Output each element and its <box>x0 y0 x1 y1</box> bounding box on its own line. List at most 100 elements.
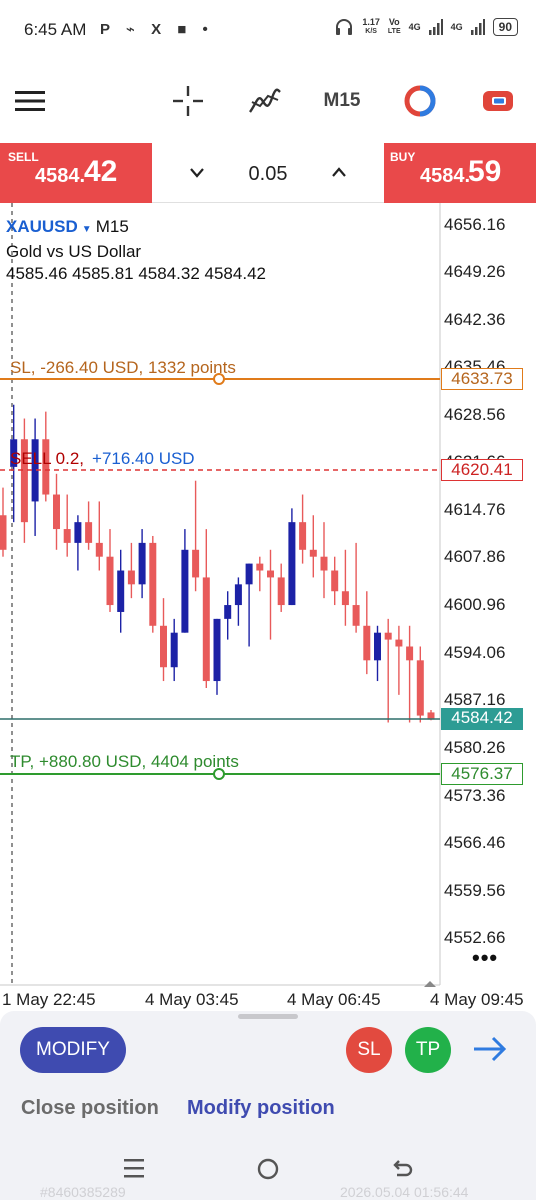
crosshair-icon[interactable] <box>170 84 206 118</box>
signal-icon <box>470 19 485 35</box>
indicators-icon[interactable] <box>247 84 283 118</box>
trade-bar: SELL 4584. 42 0.05 BUY 4584. 59 <box>0 143 536 203</box>
candle-body <box>63 529 71 543</box>
candle-body <box>192 549 200 578</box>
candle-body <box>352 605 360 626</box>
buy-price-big: 59 <box>468 155 502 188</box>
candle-body <box>341 591 349 606</box>
menu-icon[interactable] <box>14 84 46 118</box>
position-pnl: +716.40 USD <box>92 449 195 468</box>
watermark-id: #8460385289 <box>40 1184 126 1200</box>
candle-body <box>117 570 125 612</box>
chart-toolbar: M15 <box>0 70 536 132</box>
candle-body <box>202 577 210 682</box>
lot-increase-chevron-icon[interactable] <box>324 159 354 187</box>
lot-selector: 0.05 <box>152 143 384 203</box>
candle-body <box>106 556 114 606</box>
candle-body <box>374 632 381 661</box>
candle-body <box>416 660 424 716</box>
candle-body <box>53 494 60 530</box>
status-right: 1.17 K/S Vo LTE 4G 4G 90 <box>334 18 518 36</box>
sl-button[interactable]: SL <box>346 1027 392 1073</box>
headset-icon <box>336 19 353 35</box>
buy-price-main: 4584. <box>420 165 471 187</box>
position-price-tag[interactable]: 4620.41 <box>441 459 523 481</box>
candle-body <box>181 549 189 633</box>
time-axis-label: 4 May 06:45 <box>287 990 381 1009</box>
price-axis-label: 4573.36 <box>444 786 506 805</box>
tp-price-tag[interactable]: 4576.37 <box>441 763 523 785</box>
symbol-timeframe: M15 <box>95 217 129 236</box>
sell-price-main: 4584. <box>35 165 86 187</box>
more-options-icon[interactable]: ••• <box>472 945 498 971</box>
candle-body <box>170 632 178 668</box>
symbol-dropdown-icon[interactable]: ▼ <box>82 224 92 235</box>
chart-type-icon[interactable] <box>402 84 438 118</box>
sl-price-tag[interactable]: 4633.73 <box>441 368 523 390</box>
network-4g-2: 4G <box>450 21 463 32</box>
network-4g-1: 4G <box>408 21 421 32</box>
recent-apps-icon[interactable] <box>122 1157 146 1184</box>
symbol-name[interactable]: XAUUSD <box>6 217 78 236</box>
sell-button[interactable]: SELL 4584. 42 <box>0 143 152 203</box>
candle-body <box>309 549 317 557</box>
trade-icon[interactable] <box>480 84 516 118</box>
price-axis-label: 4600.96 <box>444 595 506 614</box>
position-panel: MODIFY SL TP Close position Modify posit… <box>0 1011 536 1139</box>
price-axis-label: 4614.76 <box>444 500 506 519</box>
buy-label: BUY <box>390 150 416 164</box>
watermark-time: 2026.05.04 01:56:44 <box>340 1184 469 1200</box>
candle-body <box>138 542 146 585</box>
candle-body <box>299 522 307 550</box>
arrow-right-icon[interactable] <box>472 1035 508 1068</box>
candle-body <box>395 639 403 647</box>
candle-body <box>363 625 371 661</box>
tab-modify-position[interactable]: Modify position <box>187 1097 335 1120</box>
tp-button[interactable]: TP <box>405 1027 451 1073</box>
battery-level: 90 <box>492 18 518 36</box>
price-axis-label: 4566.46 <box>444 833 506 852</box>
candle-body <box>234 584 242 606</box>
volte-indicator: Vo LTE <box>387 17 401 36</box>
status-bar: 6:45 AM P ⌁ X ■ • 1.17 K/S Vo LTE 4G 4G 90 <box>0 0 536 62</box>
price-axis-label: 4607.86 <box>444 547 506 566</box>
price-axis-label: 4594.06 <box>444 643 506 662</box>
data-speed: 1.17 K/S <box>362 17 380 36</box>
home-icon[interactable] <box>256 1157 280 1186</box>
candle-body <box>406 646 414 661</box>
sell-label: SELL <box>8 150 39 164</box>
candle-body <box>160 625 167 668</box>
timeframe-selector[interactable]: M15 <box>318 84 366 118</box>
price-axis-label: 4656.16 <box>444 215 506 234</box>
position-line-label: SELL 0.2, +716.40 USD <box>10 449 195 469</box>
tab-close-position[interactable]: Close position <box>21 1097 159 1120</box>
price-axis-label: 4587.16 <box>444 690 506 709</box>
candle-body <box>320 556 328 571</box>
time-axis-label: 4 May 09:45 <box>430 990 524 1009</box>
candle-body <box>256 563 264 571</box>
timeframe-label: M15 <box>323 90 361 111</box>
candle-body <box>0 515 7 550</box>
candle-body <box>384 632 392 640</box>
back-icon[interactable] <box>390 1157 414 1186</box>
candle-body <box>331 570 339 592</box>
candle-body <box>267 570 274 578</box>
tp-line-label: TP, +880.80 USD, 4404 points <box>10 752 239 771</box>
candle-body <box>95 542 103 557</box>
position-label: SELL 0.2, <box>10 449 85 468</box>
candle-body <box>127 570 135 585</box>
candle-body <box>245 563 253 585</box>
buy-button[interactable]: BUY 4584. 59 <box>384 143 536 203</box>
panel-drag-handle[interactable] <box>238 1014 298 1019</box>
price-axis-label: 4642.36 <box>444 310 506 329</box>
price-chart[interactable]: XAUUSD ▼ M15 Gold vs US Dollar 4585.46 458… <box>0 203 536 1011</box>
candle-body <box>224 605 232 619</box>
candle-body <box>277 577 285 606</box>
price-axis-label: 4649.26 <box>444 262 506 281</box>
symbol-description: Gold vs US Dollar <box>6 242 142 261</box>
status-time: 6:45 AM <box>24 20 87 39</box>
sl-line-label: SL, -266.40 USD, 1332 points <box>10 358 236 377</box>
scroll-marker <box>424 981 436 987</box>
modify-button[interactable]: MODIFY <box>20 1027 126 1073</box>
time-axis-label: 4 May 03:45 <box>145 990 239 1009</box>
